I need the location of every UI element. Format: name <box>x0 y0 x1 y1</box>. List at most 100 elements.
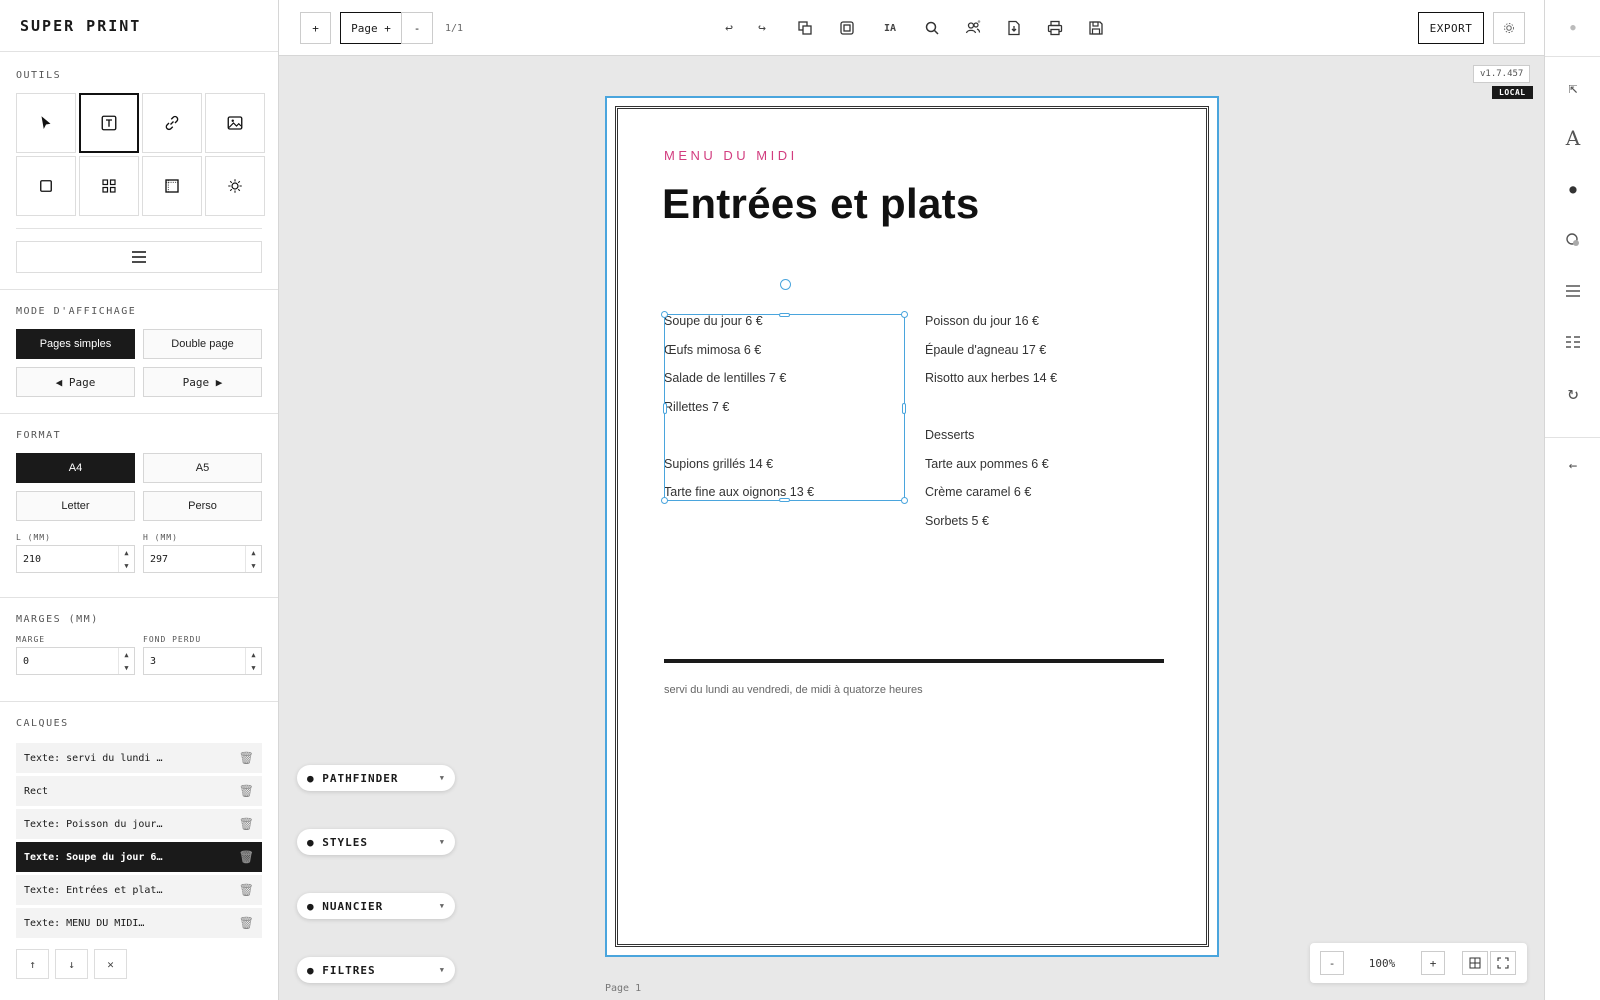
resize-handle-ne[interactable] <box>901 311 908 318</box>
settings-button[interactable] <box>1493 12 1525 44</box>
fullscreen-button[interactable] <box>1490 951 1516 975</box>
swatches-panel[interactable]: ● NUANCIER ▼ <box>297 893 455 919</box>
users-icon <box>965 20 981 34</box>
layer-up-button[interactable]: ↑ <box>16 949 49 979</box>
redo-button[interactable]: ↪ <box>747 12 777 44</box>
resize-handle-nw[interactable] <box>661 311 668 318</box>
menu-right-column[interactable]: Poisson du jour 16 € Épaule d'agneau 17 … <box>925 307 1057 535</box>
list-button[interactable] <box>1545 329 1600 355</box>
menu-heading-text[interactable]: Entrées et plats <box>662 180 980 228</box>
tool-effect[interactable] <box>205 156 265 216</box>
document-page[interactable]: MENU DU MIDI Entrées et plats Soupe du j… <box>605 96 1219 957</box>
search-button[interactable] <box>917 12 947 44</box>
trash-icon[interactable]: 🗑 <box>239 784 254 798</box>
bleed-label: FOND PERDU <box>143 635 202 644</box>
format-a4-button[interactable]: A4 <box>16 453 135 483</box>
width-field[interactable]: 210 ▲ ▼ <box>16 545 135 573</box>
format-letter-button[interactable]: Letter <box>16 491 135 521</box>
rectangle-icon <box>40 180 52 192</box>
print-button[interactable] <box>1040 12 1070 44</box>
stroke-button[interactable] <box>1545 227 1600 253</box>
filled-circle-icon: ● <box>1569 182 1577 196</box>
prev-page-button[interactable]: ◀ Page <box>16 367 135 397</box>
bleed-value: 3 <box>150 655 157 667</box>
tool-image[interactable] <box>205 93 265 153</box>
filters-panel[interactable]: ● FILTRES ▼ <box>297 957 455 983</box>
format-a5-button[interactable]: A5 <box>143 453 262 483</box>
tools-grid <box>0 93 278 216</box>
height-value: 297 <box>150 553 169 565</box>
history-button[interactable]: ↻ <box>1545 380 1600 406</box>
layer-item[interactable]: Rect 🗑 <box>16 776 262 806</box>
zoom-out-button[interactable]: - <box>1320 951 1344 975</box>
zoom-in-button[interactable]: + <box>1421 951 1445 975</box>
resize-handle-w[interactable] <box>663 403 667 414</box>
layer-item-selected[interactable]: Texte: Soupe du jour 6… 🗑 <box>16 842 262 872</box>
height-field[interactable]: 297 ▲ ▼ <box>143 545 262 573</box>
resize-handle-n[interactable] <box>779 313 790 317</box>
bleed-stepper[interactable]: ▲ ▼ <box>245 648 261 674</box>
styles-panel[interactable]: ● STYLES ▼ <box>297 829 455 855</box>
collapse-arrow-button[interactable]: ⇱ <box>1545 75 1600 101</box>
ai-button[interactable]: IA <box>875 12 905 44</box>
add-page-button[interactable]: Page + <box>340 12 402 44</box>
layer-item[interactable]: Texte: Poisson du jour… 🗑 <box>16 809 262 839</box>
margin-stepper[interactable]: ▲ ▼ <box>118 648 134 674</box>
typography-button[interactable]: A <box>1545 125 1600 151</box>
divider-rect[interactable] <box>664 659 1164 663</box>
collaborators-button[interactable] <box>958 12 988 44</box>
layer-item[interactable]: Texte: servi du lundi … 🗑 <box>16 743 262 773</box>
layer-label: Rect <box>24 785 49 797</box>
fit-frame-button[interactable] <box>832 12 862 44</box>
grid-toggle-button[interactable] <box>1462 951 1488 975</box>
single-pages-button[interactable]: Pages simples <box>16 329 135 359</box>
import-button[interactable] <box>999 12 1029 44</box>
back-button[interactable]: ← <box>1545 453 1600 479</box>
add-button[interactable]: + <box>300 12 331 44</box>
tool-link[interactable] <box>142 93 202 153</box>
menu-item: Tarte aux pommes 6 € <box>925 456 1049 471</box>
save-button[interactable] <box>1081 12 1111 44</box>
double-page-button[interactable]: Double page <box>143 329 262 359</box>
tool-rectangle[interactable] <box>16 156 76 216</box>
trash-icon[interactable]: 🗑 <box>239 883 254 897</box>
duplicate-button[interactable] <box>790 12 820 44</box>
bleed-field[interactable]: 3 ▲ ▼ <box>143 647 262 675</box>
height-label: H (MM) <box>143 533 178 542</box>
undo-button[interactable]: ↩ <box>714 12 744 44</box>
align-button[interactable] <box>1545 278 1600 304</box>
tool-menu-toggle[interactable] <box>16 241 262 273</box>
footer-note-text[interactable]: servi du lundi au vendredi, de midi à qu… <box>664 684 923 696</box>
panel-title: ● FILTRES <box>307 963 376 977</box>
width-stepper[interactable]: ▲ ▼ <box>118 546 134 572</box>
resize-handle-se[interactable] <box>901 497 908 504</box>
layer-delete-button[interactable]: ✕ <box>94 949 127 979</box>
trash-icon[interactable]: 🗑 <box>239 751 254 765</box>
layer-down-button[interactable]: ↓ <box>55 949 88 979</box>
fill-button[interactable]: ● <box>1545 176 1600 202</box>
resize-handle-s[interactable] <box>779 498 790 502</box>
resize-handle-e[interactable] <box>902 403 906 414</box>
trash-icon[interactable]: 🗑 <box>239 850 254 864</box>
tool-select[interactable] <box>16 93 76 153</box>
chevron-down-icon: ▼ <box>439 774 445 782</box>
grid-icon <box>102 179 116 193</box>
tool-grid[interactable] <box>79 156 139 216</box>
tool-frame[interactable] <box>142 156 202 216</box>
pathfinder-panel[interactable]: ● PATHFINDER ▼ <box>297 765 455 791</box>
rotate-handle[interactable] <box>780 279 791 290</box>
remove-page-button[interactable]: - <box>401 12 433 44</box>
menu-kicker-text[interactable]: MENU DU MIDI <box>664 148 798 163</box>
resize-handle-sw[interactable] <box>661 497 668 504</box>
tool-text[interactable] <box>79 93 139 153</box>
arrow-down-icon: ↓ <box>68 957 75 971</box>
layer-item[interactable]: Texte: Entrées et plat… 🗑 <box>16 875 262 905</box>
margin-field[interactable]: 0 ▲ ▼ <box>16 647 135 675</box>
next-page-button[interactable]: Page ▶ <box>143 367 262 397</box>
format-custom-button[interactable]: Perso <box>143 491 262 521</box>
trash-icon[interactable]: 🗑 <box>239 916 254 930</box>
export-button[interactable]: EXPORT <box>1418 12 1484 44</box>
height-stepper[interactable]: ▲ ▼ <box>245 546 261 572</box>
trash-icon[interactable]: 🗑 <box>239 817 254 831</box>
layer-item[interactable]: Texte: MENU DU MIDI… 🗑 <box>16 908 262 938</box>
